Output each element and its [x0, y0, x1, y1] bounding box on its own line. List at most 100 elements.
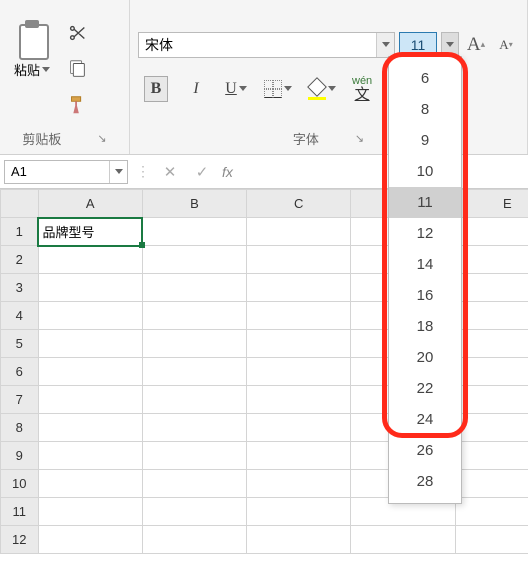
- borders-button[interactable]: [264, 80, 292, 98]
- cell[interactable]: [455, 330, 528, 358]
- row-header[interactable]: 12: [1, 526, 39, 554]
- cell[interactable]: [455, 386, 528, 414]
- insert-function-button[interactable]: fx: [222, 164, 233, 180]
- cancel-edit-button[interactable]: ✕: [158, 163, 182, 181]
- row-header[interactable]: 2: [1, 246, 39, 274]
- cell[interactable]: [455, 498, 528, 526]
- font-size-option[interactable]: 10: [389, 156, 461, 187]
- font-size-option[interactable]: 16: [389, 280, 461, 311]
- font-size-option[interactable]: 14: [389, 249, 461, 280]
- decrease-font-size-button[interactable]: A▾: [493, 32, 519, 58]
- cell-selected[interactable]: 品牌型号: [38, 218, 142, 246]
- cut-button[interactable]: [62, 20, 92, 46]
- cell[interactable]: [38, 274, 142, 302]
- cell[interactable]: [455, 302, 528, 330]
- font-size-option[interactable]: 6: [389, 63, 461, 94]
- font-size-option[interactable]: 28: [389, 466, 461, 497]
- cell[interactable]: [142, 302, 246, 330]
- clipboard-dialog-launcher[interactable]: ↘: [97, 132, 106, 145]
- cell[interactable]: [351, 526, 455, 554]
- cell[interactable]: [247, 470, 351, 498]
- font-size-option[interactable]: 18: [389, 311, 461, 342]
- cell[interactable]: [455, 442, 528, 470]
- column-header-b[interactable]: B: [142, 190, 246, 218]
- cell[interactable]: [455, 246, 528, 274]
- cell[interactable]: [247, 330, 351, 358]
- cell[interactable]: [142, 470, 246, 498]
- font-size-option[interactable]: 11: [389, 187, 461, 218]
- font-size-input[interactable]: 11: [399, 32, 437, 58]
- cell[interactable]: [247, 442, 351, 470]
- name-box-dropdown[interactable]: [109, 161, 127, 183]
- cell[interactable]: [38, 498, 142, 526]
- cell[interactable]: [38, 470, 142, 498]
- font-size-option[interactable]: 24: [389, 404, 461, 435]
- row-header[interactable]: 8: [1, 414, 39, 442]
- cell[interactable]: [455, 526, 528, 554]
- cell[interactable]: [38, 330, 142, 358]
- cell[interactable]: [142, 246, 246, 274]
- row-header[interactable]: 6: [1, 358, 39, 386]
- font-name-combo[interactable]: 宋体: [138, 32, 395, 58]
- bold-button[interactable]: B: [144, 76, 168, 102]
- row-header[interactable]: 10: [1, 470, 39, 498]
- select-all-corner[interactable]: [1, 190, 39, 218]
- cell[interactable]: [247, 358, 351, 386]
- cell[interactable]: [142, 386, 246, 414]
- cell[interactable]: [142, 274, 246, 302]
- cell[interactable]: [38, 246, 142, 274]
- cell[interactable]: [142, 358, 246, 386]
- formula-input[interactable]: [241, 160, 524, 184]
- cell[interactable]: [247, 414, 351, 442]
- font-size-option[interactable]: 12: [389, 218, 461, 249]
- cell[interactable]: [142, 526, 246, 554]
- row-header[interactable]: 4: [1, 302, 39, 330]
- row-header[interactable]: 7: [1, 386, 39, 414]
- cell[interactable]: [38, 358, 142, 386]
- copy-button[interactable]: [62, 56, 92, 82]
- row-header[interactable]: 3: [1, 274, 39, 302]
- column-header-a[interactable]: A: [38, 190, 142, 218]
- paste-button[interactable]: 粘贴: [4, 14, 60, 83]
- cell[interactable]: [38, 386, 142, 414]
- format-painter-button[interactable]: [62, 92, 92, 118]
- cell[interactable]: [247, 526, 351, 554]
- phonetic-guide-button[interactable]: wén 文: [352, 76, 372, 102]
- font-size-option[interactable]: 26: [389, 435, 461, 466]
- column-header-c[interactable]: C: [247, 190, 351, 218]
- fill-color-button[interactable]: [308, 80, 336, 98]
- cell[interactable]: [247, 302, 351, 330]
- cell[interactable]: [142, 330, 246, 358]
- cell[interactable]: [455, 218, 528, 246]
- font-size-option[interactable]: 9: [389, 125, 461, 156]
- font-size-option[interactable]: 8: [389, 94, 461, 125]
- cell[interactable]: [455, 414, 528, 442]
- cell[interactable]: [247, 246, 351, 274]
- italic-button[interactable]: I: [184, 76, 208, 102]
- cell[interactable]: [247, 218, 351, 246]
- column-header-e[interactable]: E: [455, 190, 528, 218]
- cell[interactable]: [455, 470, 528, 498]
- font-dialog-launcher[interactable]: ↘: [355, 132, 364, 145]
- font-name-dropdown-button[interactable]: [376, 33, 394, 57]
- increase-font-size-button[interactable]: A▴: [463, 32, 489, 58]
- row-header[interactable]: 11: [1, 498, 39, 526]
- accept-edit-button[interactable]: ✓: [190, 163, 214, 181]
- underline-button[interactable]: U: [224, 76, 248, 102]
- cell[interactable]: [38, 442, 142, 470]
- font-size-dropdown-list[interactable]: 6891011121416182022242628: [388, 56, 462, 504]
- cell[interactable]: [247, 274, 351, 302]
- font-size-option[interactable]: 22: [389, 373, 461, 404]
- cell[interactable]: [38, 526, 142, 554]
- font-size-option[interactable]: 20: [389, 342, 461, 373]
- cell[interactable]: [142, 442, 246, 470]
- cell[interactable]: [455, 274, 528, 302]
- cell[interactable]: [247, 386, 351, 414]
- cell[interactable]: [142, 218, 246, 246]
- cell[interactable]: [38, 302, 142, 330]
- row-header[interactable]: 9: [1, 442, 39, 470]
- cell[interactable]: [455, 358, 528, 386]
- font-size-dropdown-button[interactable]: [441, 32, 459, 58]
- cell[interactable]: [142, 414, 246, 442]
- row-header[interactable]: 5: [1, 330, 39, 358]
